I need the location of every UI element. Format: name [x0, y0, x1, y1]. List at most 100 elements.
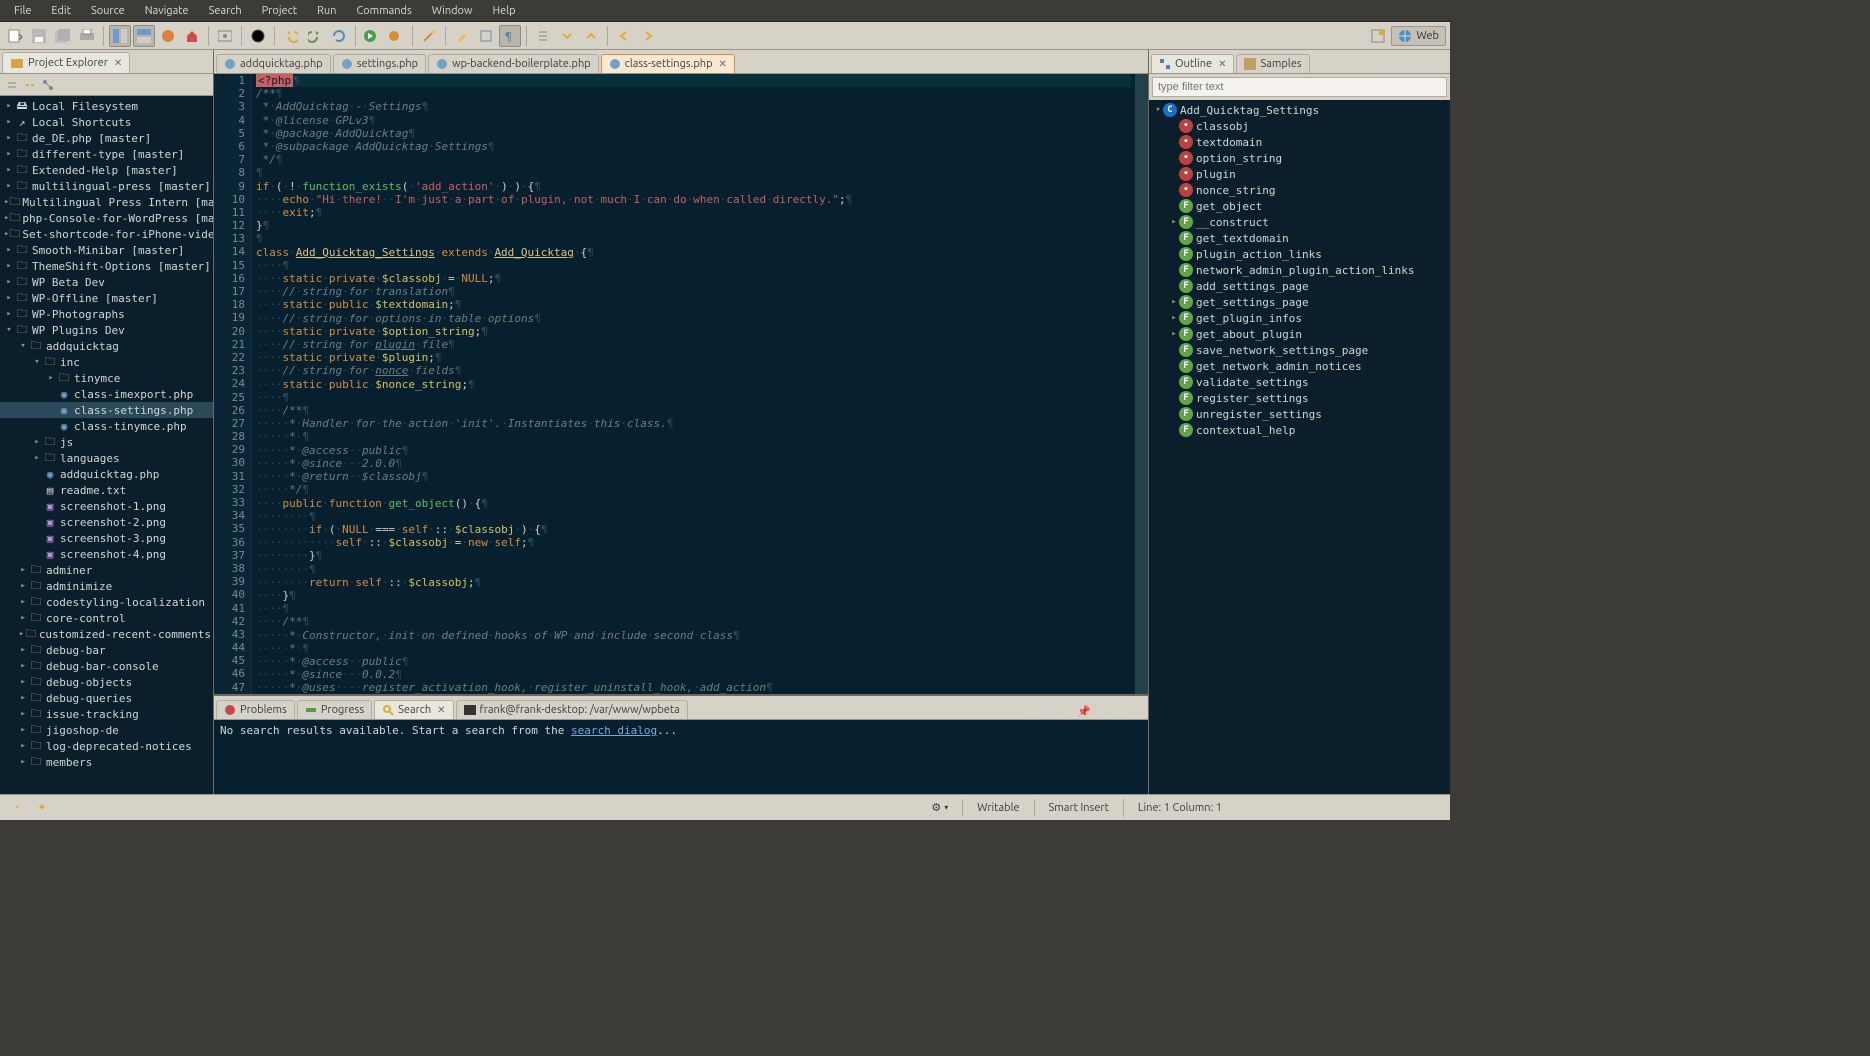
outline-item[interactable]: Fregister_settings: [1149, 390, 1450, 406]
outline-item[interactable]: Fget_network_admin_notices: [1149, 358, 1450, 374]
outline-item[interactable]: •nonce_string: [1149, 182, 1450, 198]
terminal-tab[interactable]: frank@frank-desktop: /var/www/wpbeta: [456, 700, 688, 719]
tree-item[interactable]: ▸🗀languages: [0, 450, 213, 466]
gear-icon[interactable]: ⚙: [928, 800, 944, 816]
minimize-icon[interactable]: ▭: [1414, 57, 1430, 73]
close-icon[interactable]: ✕: [437, 704, 445, 716]
menu-window[interactable]: Window: [422, 2, 483, 20]
nav-mode-icon[interactable]: [532, 25, 554, 47]
redo-icon[interactable]: [304, 25, 326, 47]
outline-item[interactable]: Fget_textdomain: [1149, 230, 1450, 246]
tree-item[interactable]: ▸🗀multilingual-press [master]: [0, 178, 213, 194]
tree-item[interactable]: ▤readme.txt: [0, 482, 213, 498]
back-nav-icon[interactable]: [613, 25, 635, 47]
menu-search[interactable]: Search: [199, 2, 252, 20]
menu-file[interactable]: File: [4, 2, 41, 20]
menu-commands[interactable]: Commands: [346, 2, 421, 20]
outline-item[interactable]: Fvalidate_settings: [1149, 374, 1450, 390]
save-icon[interactable]: [28, 25, 50, 47]
close-icon[interactable]: ✕: [1218, 58, 1226, 70]
outline-item[interactable]: Funregister_settings: [1149, 406, 1450, 422]
print-icon[interactable]: [76, 25, 98, 47]
tree-item[interactable]: ▸🗀de_DE.php [master]: [0, 130, 213, 146]
maximize-icon[interactable]: ▢: [1130, 57, 1146, 73]
tree-item[interactable]: ▸🗀WP Beta Dev: [0, 274, 213, 290]
outline-item[interactable]: ▸Fget_plugin_infos: [1149, 310, 1450, 326]
outline-item[interactable]: Fsave_network_settings_page: [1149, 342, 1450, 358]
wand-icon[interactable]: [418, 25, 440, 47]
menu-source[interactable]: Source: [81, 2, 135, 20]
maximize-icon[interactable]: ▢: [195, 57, 211, 73]
view-menu-icon[interactable]: ▾: [1396, 57, 1412, 73]
pin-icon[interactable]: 📌: [1076, 703, 1092, 719]
close-icon[interactable]: ✕: [114, 57, 122, 69]
tree-item[interactable]: ▣screenshot-3.png: [0, 530, 213, 546]
outline-item[interactable]: Fcontextual_help: [1149, 422, 1450, 438]
minimize-icon[interactable]: ▭: [1112, 57, 1128, 73]
outline-tree[interactable]: ▾CAdd_Quicktag_Settings •classobj •textd…: [1149, 100, 1450, 794]
outline-item[interactable]: ▸F__construct: [1149, 214, 1450, 230]
progress-tab[interactable]: Progress: [297, 700, 372, 719]
tree-item[interactable]: ▸🗀php-Console-for-WordPress [master]: [0, 210, 213, 226]
home-icon[interactable]: [181, 25, 203, 47]
tree-item[interactable]: ▸🗀WP-Photographs: [0, 306, 213, 322]
tree-item[interactable]: ▸↗Local Shortcuts: [0, 114, 213, 130]
outline-tab[interactable]: Outline ✕: [1151, 54, 1234, 73]
screenshot-icon[interactable]: [214, 25, 236, 47]
view-menu-icon[interactable]: ▾: [1094, 703, 1110, 719]
outline-item[interactable]: Fnetwork_admin_plugin_action_links: [1149, 262, 1450, 278]
prev-annotation-icon[interactable]: [580, 25, 602, 47]
tree-item[interactable]: ▸🗀Extended-Help [master]: [0, 162, 213, 178]
next-annotation-icon[interactable]: [556, 25, 578, 47]
nav-back-icon[interactable]: ←: [139, 77, 155, 93]
view-menu-icon[interactable]: ▾: [193, 77, 209, 93]
run-dropdown-icon[interactable]: [361, 25, 383, 47]
project-tree[interactable]: ▸🖴Local Filesystem▸↗Local Shortcuts▸🗀de_…: [0, 96, 213, 794]
tree-item[interactable]: ▣screenshot-1.png: [0, 498, 213, 514]
outline-item[interactable]: •classobj: [1149, 118, 1450, 134]
outline-class[interactable]: ▾CAdd_Quicktag_Settings: [1149, 102, 1450, 118]
tree-item[interactable]: ▸🗀Smooth-Minibar [master]: [0, 242, 213, 258]
tree-item[interactable]: ▾🗀inc: [0, 354, 213, 370]
menu-edit[interactable]: Edit: [41, 2, 81, 20]
tree-item[interactable]: ▸🗀ThemeShift-Options [master]: [0, 258, 213, 274]
outline-item[interactable]: Fget_object: [1149, 198, 1450, 214]
tree-item[interactable]: ▸🗀different-type [master]: [0, 146, 213, 162]
outline-item[interactable]: ▸Fget_settings_page: [1149, 294, 1450, 310]
collapse-all-icon[interactable]: [4, 77, 20, 93]
menu-project[interactable]: Project: [252, 2, 307, 20]
editor-body[interactable]: 1234567891011121314151617181920212223242…: [214, 74, 1148, 694]
tree-item[interactable]: ◉class-tinymce.php: [0, 418, 213, 434]
outline-item[interactable]: •plugin: [1149, 166, 1450, 182]
menu-help[interactable]: Help: [483, 2, 526, 20]
cancel-search-icon[interactable]: ▮: [1040, 703, 1056, 719]
debug-dropdown-icon[interactable]: [385, 25, 407, 47]
tree-item[interactable]: ▸🗀members: [0, 754, 213, 770]
tree-item[interactable]: ▸🗀js: [0, 434, 213, 450]
perspective-web[interactable]: Web: [1391, 26, 1446, 46]
tree-item[interactable]: ◉class-settings.php: [0, 402, 213, 418]
block-select-icon[interactable]: [475, 25, 497, 47]
tree-item[interactable]: ▸🗀tinymce: [0, 370, 213, 386]
new-dropdown-icon[interactable]: [4, 25, 26, 47]
editor-tab[interactable]: addquicktag.php: [216, 54, 331, 73]
tree-item[interactable]: ▸🗀Multilingual Press Intern [master]: [0, 194, 213, 210]
nav-fwd-icon[interactable]: →: [157, 77, 173, 93]
outline-item[interactable]: ▸Fget_about_plugin: [1149, 326, 1450, 342]
menu-run[interactable]: Run: [307, 2, 346, 20]
outline-item[interactable]: •textdomain: [1149, 134, 1450, 150]
history-dropdown-icon[interactable]: ▾: [1058, 703, 1074, 719]
minimize-icon[interactable]: ▭: [177, 57, 193, 73]
link-editor-icon[interactable]: [22, 77, 38, 93]
open-perspective-icon[interactable]: [1367, 25, 1389, 47]
app-explorer-icon[interactable]: [157, 25, 179, 47]
highlight-icon[interactable]: [451, 25, 473, 47]
search-dialog-link[interactable]: search dialog: [571, 724, 657, 737]
tree-item[interactable]: ▸🖴Local Filesystem: [0, 98, 213, 114]
nav-up-icon[interactable]: ↑: [175, 77, 191, 93]
maximize-icon[interactable]: ▢: [1130, 703, 1146, 719]
tree-mode-icon[interactable]: [40, 77, 56, 93]
whitespace-toggle-icon[interactable]: ¶: [499, 25, 521, 47]
tree-item[interactable]: ▾🗀addquicktag: [0, 338, 213, 354]
problems-tab[interactable]: Problems: [216, 700, 295, 719]
